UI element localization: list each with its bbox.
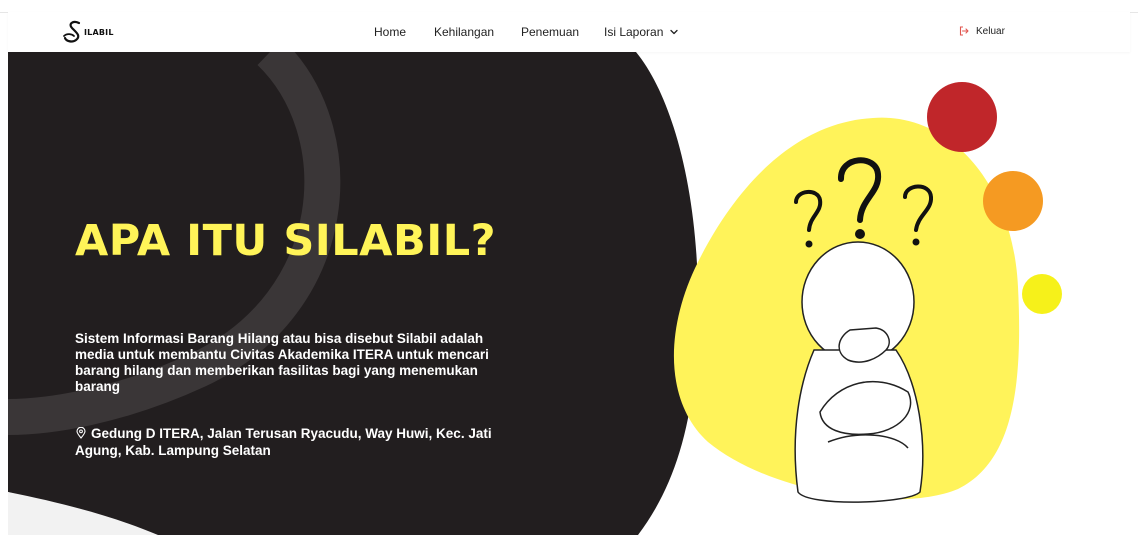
hero-address-text: Gedung D ITERA, Jalan Terusan Ryacudu, W… [75, 426, 492, 458]
hero-section: APA ITU SILABIL? Sistem Informasi Barang… [8, 52, 1130, 535]
nav-kehilangan[interactable]: Kehilangan [434, 25, 494, 39]
location-pin-icon [76, 427, 86, 439]
nav-penemuan[interactable]: Penemuan [521, 25, 579, 39]
thinking-figure-illustration [794, 241, 924, 503]
hero-headline: APA ITU SILABIL? [75, 216, 497, 266]
hero-description: Sistem Informasi Barang Hilang atau bisa… [75, 331, 489, 394]
logout-icon [959, 26, 969, 36]
hero-address: Gedung D ITERA, Jalan Terusan Ryacudu, W… [75, 425, 505, 459]
navbar: ILABIL Home Kehilangan Penemuan Isi Lapo… [8, 12, 1130, 52]
nav-isi-laporan-label: Isi Laporan [604, 25, 664, 39]
nav-home[interactable]: Home [374, 25, 406, 39]
red-circle [927, 82, 997, 152]
orange-circle [983, 171, 1043, 231]
logout-button[interactable]: Keluar [958, 25, 1005, 37]
nav-isi-laporan-dropdown[interactable]: Isi Laporan [604, 25, 679, 39]
logout-label: Keluar [976, 25, 1005, 37]
hero-illustration [8, 52, 1062, 535]
bright-yellow-circle [1022, 274, 1062, 314]
chevron-down-icon [670, 29, 679, 35]
dark-background-shape [8, 52, 698, 535]
